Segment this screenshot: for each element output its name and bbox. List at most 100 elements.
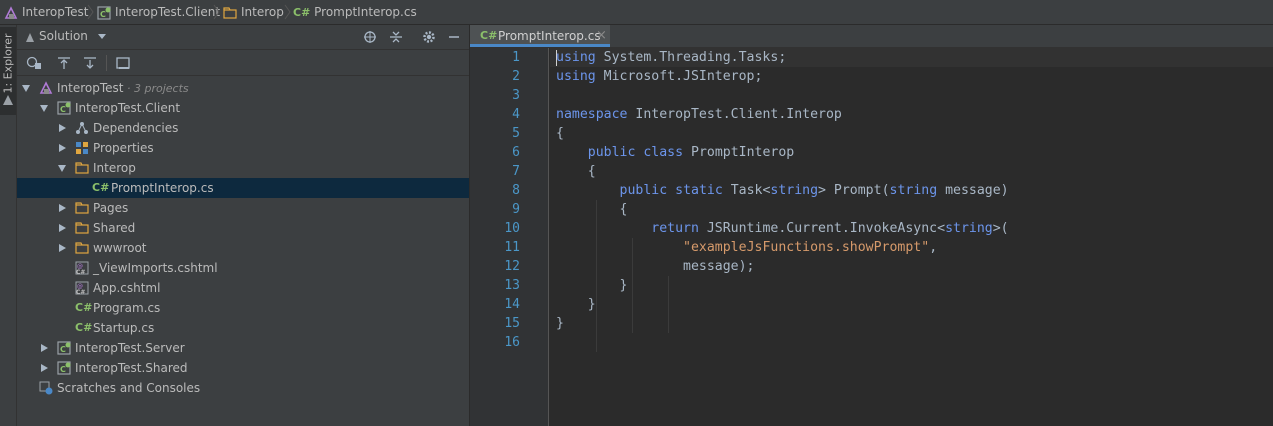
code-editor[interactable]: using System.Threading.Tasks; using Micro… <box>550 48 1273 426</box>
tree-item[interactable]: Pages <box>17 198 469 218</box>
scroll-to-source-icon[interactable] <box>83 56 97 70</box>
code-token: > Prompt( <box>818 183 890 198</box>
breadcrumb-item-folder[interactable]: Interop <box>223 0 284 24</box>
expand-arrow-right-icon[interactable] <box>59 124 66 132</box>
breadcrumb-item-project[interactable]: C InteropTest.Client <box>97 0 220 24</box>
tree-item[interactable]: C# PromptInterop.cs <box>17 178 469 198</box>
view-selector[interactable]: Solution <box>25 25 106 48</box>
tree-item[interactable]: Properties <box>17 138 469 158</box>
code-token: Microsoft.JSInterop; <box>595 69 763 84</box>
folder-icon <box>75 242 89 254</box>
tree-item[interactable]: @ C# App.cshtml <box>17 278 469 298</box>
code-token: namespace <box>556 107 628 122</box>
line-number: 3 <box>512 88 520 103</box>
tree-item-label: wwwroot <box>93 241 147 255</box>
breadcrumb-item-file[interactable]: C# PromptInterop.cs <box>293 0 417 24</box>
csharp-file-icon: C# <box>480 29 498 42</box>
csharp-file-icon: C# <box>293 6 311 19</box>
expand-arrow-down-icon[interactable] <box>40 105 48 112</box>
editor-tab-bar: C# PromptInterop.cs × <box>470 25 1273 48</box>
svg-text:C: C <box>60 105 66 114</box>
tree-item-label: InteropTest · 3 projects <box>57 81 189 95</box>
preview-tab-icon[interactable] <box>116 56 130 70</box>
expand-arrow-right-icon[interactable] <box>59 224 66 232</box>
tree-item[interactable]: C InteropTest.Shared <box>17 358 469 378</box>
breadcrumb: InteropTest C InteropTest.Client Interop … <box>0 0 1273 25</box>
line-number-gutter: 1 2 3 4 5 6 7 8 9 10 11 12 13 14 15 16 <box>470 48 549 426</box>
solution-explorer: Solution InteropTest · 3 projects C Intero… <box>17 25 469 426</box>
expand-arrow-right-icon[interactable] <box>41 344 48 352</box>
tree-item[interactable]: Shared <box>17 218 469 238</box>
code-line: } <box>556 276 628 295</box>
code-token: public <box>587 145 636 160</box>
csharp-project-icon: C <box>97 5 111 20</box>
collapse-all-icon[interactable] <box>389 30 403 44</box>
tree-item[interactable]: C InteropTest.Client <box>17 98 469 118</box>
code-token: { <box>556 126 564 141</box>
solution-icon <box>3 95 13 105</box>
code-line: using System.Threading.Tasks; <box>556 48 786 67</box>
tree-item[interactable]: Dependencies <box>17 118 469 138</box>
tree-item-label: Interop <box>93 161 136 175</box>
expand-arrow-right-icon[interactable] <box>59 144 66 152</box>
breadcrumb-label: Interop <box>241 5 284 19</box>
code-token: static <box>675 183 723 198</box>
line-number: 12 <box>504 259 520 274</box>
breadcrumb-label: InteropTest.Client <box>115 5 221 19</box>
tree-item[interactable]: C InteropTest.Server <box>17 338 469 358</box>
tab-label: PromptInterop.cs <box>498 29 601 43</box>
show-all-files-icon[interactable] <box>26 56 42 70</box>
scratches-icon <box>39 381 53 395</box>
scroll-from-source-icon[interactable] <box>57 56 71 70</box>
tree-item[interactable]: wwwroot <box>17 238 469 258</box>
line-number: 11 <box>504 240 520 255</box>
expand-arrow-right-icon[interactable] <box>41 364 48 372</box>
tree-item-label: Program.cs <box>93 301 161 315</box>
hide-panel-icon[interactable] <box>447 30 461 44</box>
csharp-file-icon: C# <box>92 181 110 194</box>
code-line: message); <box>556 257 754 276</box>
code-line: return JSRuntime.Current.InvokeAsync<str… <box>556 219 1008 238</box>
tree-item-label: App.cshtml <box>93 281 161 295</box>
csharp-file-icon: C# <box>75 321 93 334</box>
expand-arrow-right-icon[interactable] <box>59 204 66 212</box>
locate-target-icon[interactable] <box>363 30 377 44</box>
code-token: "exampleJsFunctions.showPrompt" <box>683 240 930 255</box>
code-token: { <box>556 164 596 179</box>
expand-arrow-down-icon[interactable] <box>58 165 66 172</box>
line-number: 8 <box>512 183 520 198</box>
tree-item-note: · 3 projects <box>123 82 189 95</box>
folder-icon <box>75 162 89 174</box>
expand-arrow-right-icon[interactable] <box>59 244 66 252</box>
expand-arrow-down-icon[interactable] <box>22 85 30 92</box>
code-token: class <box>643 145 684 160</box>
code-token: using <box>556 69 596 84</box>
tree-item[interactable]: C# Program.cs <box>17 298 469 318</box>
tree-item-label: InteropTest.Server <box>75 341 185 355</box>
csharp-project-icon: C <box>57 361 71 375</box>
gear-icon[interactable] <box>422 30 436 44</box>
line-number: 15 <box>504 316 520 331</box>
tree-item[interactable]: Scratches and Consoles <box>17 378 469 398</box>
toolbar-divider <box>106 55 107 71</box>
explorer-tool-tab[interactable]: 1: Explorer <box>0 27 16 115</box>
breadcrumb-item-solution[interactable]: InteropTest <box>4 0 89 24</box>
tree-item[interactable]: InteropTest · 3 projects <box>17 78 469 98</box>
code-token: string <box>770 183 819 198</box>
tree-item[interactable]: C# Startup.cs <box>17 318 469 338</box>
code-line: "exampleJsFunctions.showPrompt", <box>556 238 937 257</box>
close-icon[interactable]: × <box>596 28 607 43</box>
tree-item-label: Properties <box>93 141 154 155</box>
explorer-tab-label: 1: Explorer <box>1 33 15 94</box>
tree-item[interactable]: @ C# _ViewImports.cshtml <box>17 258 469 278</box>
code-line: { <box>556 162 596 181</box>
tree-item[interactable]: Interop <box>17 158 469 178</box>
code-token: return <box>651 221 699 236</box>
tab-prompt-interop[interactable]: C# PromptInterop.cs × <box>470 25 610 47</box>
solution-icon <box>4 5 18 19</box>
tree-item-label: Startup.cs <box>93 321 155 335</box>
breadcrumb-label: InteropTest <box>22 5 89 19</box>
